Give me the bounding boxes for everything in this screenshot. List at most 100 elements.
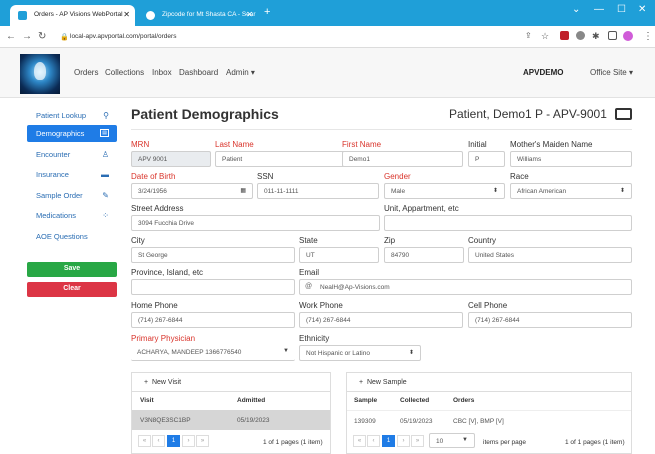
physician-select[interactable]: ACHARYA, MANDEEP 1366776540 ▼: [131, 345, 295, 361]
tab-close-icon[interactable]: ✕: [123, 10, 130, 19]
nav-inbox[interactable]: Inbox: [152, 68, 172, 77]
street-field[interactable]: 3094 Fucchia Drive: [131, 215, 380, 231]
sidebar-item-patient-lookup[interactable]: Patient Lookup ⚲: [27, 107, 117, 124]
clear-button[interactable]: Clear: [27, 282, 117, 297]
street-label: Street Address: [131, 204, 184, 213]
next-page-icon[interactable]: ›: [182, 435, 195, 447]
sidebar-item-sample-order[interactable]: Sample Order ✎: [27, 187, 117, 204]
maximize-icon[interactable]: ☐: [617, 4, 626, 15]
tab-favicon-icon: [18, 11, 27, 20]
select-arrows-icon: ⬍: [619, 188, 625, 194]
visit-id-cell: V3N8QE3SC1BP: [140, 417, 191, 424]
save-button[interactable]: Save: [27, 262, 117, 277]
forward-icon[interactable]: →: [22, 31, 32, 42]
chevron-down-icon: ▼: [462, 437, 468, 443]
sidebar-item-label: Insurance: [36, 170, 69, 179]
table-row[interactable]: 139309 05/19/2023 CBC [V], BMP [V]: [347, 410, 631, 430]
samples-pager-info: 1 of 1 pages (1 item): [565, 439, 625, 446]
plus-icon: +: [144, 379, 152, 386]
tab-search-icon[interactable]: ⌄: [572, 4, 580, 15]
calendar-icon[interactable]: ▦: [240, 187, 246, 194]
nav-admin[interactable]: Admin ▾: [226, 68, 255, 77]
samples-col-collected[interactable]: Collected: [400, 397, 429, 404]
nav-collections[interactable]: Collections: [105, 68, 144, 77]
visits-col-visit[interactable]: Visit: [140, 397, 154, 404]
page-number[interactable]: 1: [382, 435, 395, 447]
minimize-icon[interactable]: —: [594, 4, 604, 15]
initial-field[interactable]: P: [468, 151, 505, 167]
sidebar-item-aoe-questions[interactable]: AOE Questions: [27, 228, 117, 245]
table-row[interactable]: V3N8QE3SC1BP 05/19/2023: [132, 410, 330, 430]
last-page-icon[interactable]: »: [411, 435, 424, 447]
zip-label: Zip: [384, 236, 396, 245]
samples-col-orders[interactable]: Orders: [453, 397, 474, 404]
new-visit-button[interactable]: + New Visit: [144, 379, 181, 386]
gender-select[interactable]: Male ⬍: [384, 183, 505, 199]
city-field[interactable]: St George: [131, 247, 295, 263]
visits-col-admitted[interactable]: Admitted: [237, 397, 265, 404]
work-phone-field[interactable]: (714) 267-6844: [299, 312, 463, 328]
prev-page-icon[interactable]: ‹: [152, 435, 165, 447]
sidepanel-icon[interactable]: [608, 31, 617, 40]
profile-avatar-icon[interactable]: [623, 31, 633, 41]
browser-tab-bar: Orders - AP Visions WebPortal ✕ Zipcode …: [0, 0, 655, 26]
nav-orders[interactable]: Orders: [74, 68, 98, 77]
ap-visions-logo[interactable]: [20, 54, 60, 94]
mrn-field[interactable]: APV 9001: [131, 151, 211, 167]
ethnicity-label: Ethnicity: [299, 334, 330, 343]
country-field[interactable]: United States: [468, 247, 632, 263]
first-page-icon[interactable]: «: [138, 435, 151, 447]
puzzle-icon[interactable]: ✱: [592, 31, 600, 42]
last-page-icon[interactable]: »: [196, 435, 209, 447]
dob-field[interactable]: 3/24/1956 ▦: [131, 183, 253, 199]
sidebar-item-label: Demographics: [36, 129, 85, 138]
unit-field[interactable]: [384, 215, 632, 231]
user-name[interactable]: APVDEMO: [523, 68, 563, 77]
browser-tab-search[interactable]: Zipcode for Mt Shasta CA - Sear ✕: [138, 5, 258, 26]
share-icon[interactable]: ⇪: [525, 31, 532, 40]
prev-page-icon[interactable]: ‹: [367, 435, 380, 447]
new-sample-button[interactable]: + New Sample: [359, 379, 407, 386]
admitted-cell: 05/19/2023: [237, 417, 270, 424]
office-site-menu[interactable]: Office Site ▾: [590, 68, 633, 77]
sidebar-item-encounter[interactable]: Encounter ♙: [27, 146, 117, 163]
shield-extension-icon[interactable]: [560, 31, 569, 40]
sidebar-item-medications[interactable]: Medications ⁘: [27, 207, 117, 224]
first-name-field[interactable]: Demo1: [342, 151, 463, 167]
sidebar-item-insurance[interactable]: Insurance ▬: [27, 166, 117, 183]
grid-divider: [347, 391, 631, 392]
nav-dashboard[interactable]: Dashboard: [179, 68, 218, 77]
next-page-icon[interactable]: ›: [397, 435, 410, 447]
close-window-icon[interactable]: ✕: [638, 4, 646, 15]
home-phone-field[interactable]: (714) 267-6844: [131, 312, 295, 328]
browser-tab-orders[interactable]: Orders - AP Visions WebPortal ✕: [10, 5, 135, 26]
back-icon[interactable]: ←: [6, 31, 16, 42]
ethnicity-select[interactable]: Not Hispanic or Latino ⬍: [299, 345, 421, 361]
header-divider: [131, 129, 632, 130]
cell-phone-field[interactable]: (714) 267-6844: [468, 312, 632, 328]
samples-col-sample[interactable]: Sample: [354, 397, 377, 404]
first-page-icon[interactable]: «: [353, 435, 366, 447]
province-field[interactable]: [131, 279, 295, 295]
state-field[interactable]: UT: [299, 247, 379, 263]
sidebar-item-demographics[interactable]: Demographics ▤: [27, 125, 117, 142]
email-field[interactable]: @ NealH@Ap-Visions.com: [299, 279, 632, 295]
gender-label: Gender: [384, 172, 411, 181]
page-size-select[interactable]: 10 ▼: [429, 433, 475, 448]
reload-icon[interactable]: ↻: [38, 31, 46, 42]
new-tab-button[interactable]: +: [264, 6, 270, 18]
extension-icon[interactable]: [576, 31, 585, 40]
initial-label: Initial: [468, 140, 487, 149]
url-field[interactable]: 🔒 local-apv.apvportal.com/portal/orders: [58, 30, 518, 45]
zip-field[interactable]: 84790: [384, 247, 464, 263]
bookmark-star-icon[interactable]: ☆: [541, 31, 549, 42]
menu-kebab-icon[interactable]: ⋮: [643, 31, 653, 42]
ssn-field[interactable]: 011-11-1111: [257, 183, 379, 199]
select-arrows-icon: ⬍: [492, 188, 498, 194]
email-value: NealH@Ap-Visions.com: [320, 284, 390, 291]
race-select[interactable]: African American ⬍: [510, 183, 632, 199]
sample-id-cell: 139309: [354, 418, 376, 425]
page-number[interactable]: 1: [167, 435, 180, 447]
tab-close-icon[interactable]: ✕: [246, 10, 253, 19]
maiden-name-field[interactable]: Williams: [510, 151, 632, 167]
